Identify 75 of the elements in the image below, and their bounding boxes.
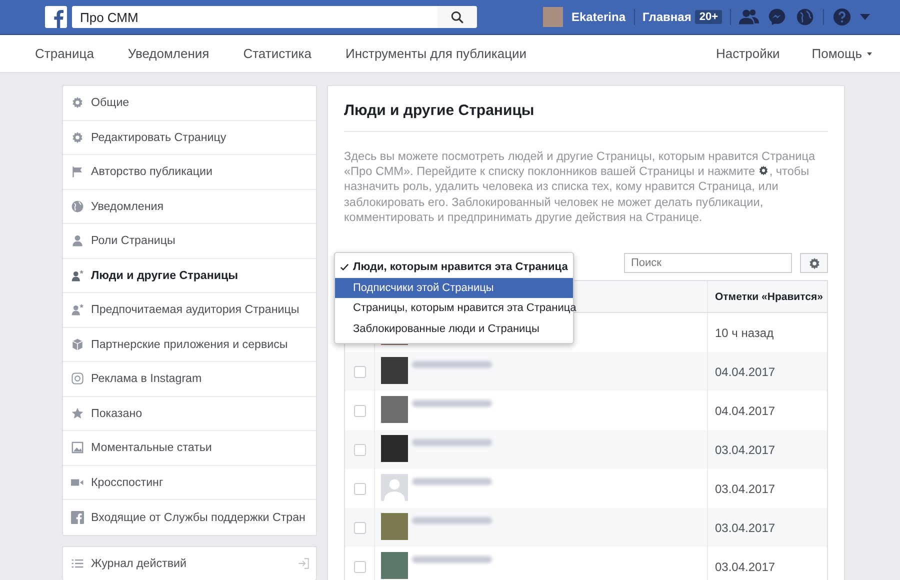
menu-option[interactable]: Люди, которым нравится эта Страница (335, 257, 573, 278)
page-nav-tab[interactable]: Инструменты для публикации (346, 46, 527, 61)
sidebar-item[interactable]: Редактировать Страницу (63, 120, 316, 155)
panel-title: Люди и другие Страницы (344, 86, 828, 132)
sidebar-item[interactable]: Моментальные статьи (63, 431, 316, 466)
photo-placeholder (381, 357, 408, 384)
help-icon[interactable] (832, 8, 852, 26)
camera-icon (71, 372, 84, 386)
photo-placeholder (381, 513, 408, 540)
sidebar-item[interactable]: Входящие от Службы поддержки Стран (63, 500, 316, 534)
sidebar-item[interactable]: Люди и другие Страницы (63, 258, 316, 293)
row-checkbox[interactable] (354, 444, 366, 456)
sidebar-item[interactable]: Общие (63, 86, 316, 120)
sidebar-item[interactable]: Кросспостинг (63, 466, 316, 500)
cube-icon (71, 338, 84, 351)
globe-icon[interactable] (795, 8, 815, 26)
gear-icon (758, 165, 770, 176)
sidebar-item[interactable]: Партнерские приложения и сервисы (63, 328, 316, 362)
person-star-icon (71, 268, 84, 282)
row-checkbox[interactable] (354, 560, 366, 573)
globe-icon (71, 200, 84, 213)
search-field[interactable]: Про СММ (72, 6, 437, 28)
friends-icon[interactable] (739, 8, 759, 26)
page-nav-tab[interactable]: Страница (35, 46, 94, 61)
settings-icon (808, 256, 820, 270)
gear-icon (71, 96, 84, 110)
sidebar-item[interactable]: Уведомления (63, 190, 316, 224)
like-date: 03.04.2017 (707, 430, 827, 470)
checkmark-icon (340, 263, 349, 272)
search-icon (450, 10, 464, 24)
page-nav-tab[interactable]: Уведомления (128, 46, 210, 61)
photo-placeholder (381, 435, 408, 462)
menu-option[interactable]: Подписчики этой Страницы (335, 278, 573, 298)
like-date: 03.04.2017 (707, 508, 827, 548)
user-name[interactable]: Ekaterina (571, 10, 626, 24)
home-link[interactable]: Главная (642, 10, 692, 24)
gear-icon (71, 130, 84, 144)
menu-option[interactable]: Заблокированные люди и Страницы (335, 318, 573, 339)
settings-button[interactable] (800, 253, 828, 274)
caret-icon (867, 52, 872, 56)
sidebar-item[interactable]: Показано (63, 396, 316, 431)
search-field[interactable]: Поиск (624, 253, 792, 274)
row-checkbox[interactable] (354, 366, 366, 378)
image-icon (71, 441, 84, 454)
sidebar-item[interactable]: Реклама в Instagram (63, 362, 316, 396)
list-icon (71, 556, 84, 570)
photo-placeholder (381, 396, 408, 424)
photo-placeholder (381, 552, 408, 580)
flag-icon (71, 165, 84, 178)
search-button[interactable] (437, 6, 477, 28)
caret-icon[interactable] (860, 14, 870, 20)
sidebar-item[interactable]: Роли Страницы (63, 224, 316, 258)
page-nav-link[interactable]: Настройки (716, 46, 780, 61)
logo-icon[interactable] (45, 6, 67, 28)
page-nav-link[interactable]: Помощь (812, 46, 872, 61)
sidebar-item[interactable]: Предпочитаемая аудитория Страницы (63, 293, 316, 328)
row-checkbox[interactable] (354, 404, 366, 417)
row-checkbox[interactable] (354, 522, 366, 534)
sidebar-item[interactable]: Авторство публикации (63, 155, 316, 190)
person-star-icon (71, 303, 84, 316)
row-checkbox[interactable] (354, 482, 366, 495)
avatar-silhouette (381, 474, 408, 502)
messenger-icon[interactable] (767, 8, 787, 26)
like-date: 04.04.2017 (707, 352, 827, 392)
activity-log-link[interactable]: Журнал действий (62, 546, 317, 580)
f-logo-icon (71, 510, 84, 524)
page-nav-tab[interactable]: Статистика (243, 46, 312, 61)
person-icon (71, 234, 84, 248)
description-text: Здесь вы можете посмотреть людей и другие Страницы, которым нравится Страница «Про СММ». Перейдите к списку поклонников вашей Страницы и нажмите , чтобы назначить роль, удалить человека из списка тех, кому нравится Страница, или заблокировать его. Заблокированный человек не может делать публикации, комментировать и предпринимать другие действия на Странице. (344, 149, 816, 226)
sign-in-icon (297, 556, 310, 570)
column-header[interactable]: Отметки «Нравится» (707, 281, 827, 312)
star-icon (71, 406, 84, 420)
notification-count: 20+ (695, 10, 722, 24)
avatar-placeholder (543, 7, 564, 27)
like-date: 03.04.2017 (707, 547, 827, 580)
